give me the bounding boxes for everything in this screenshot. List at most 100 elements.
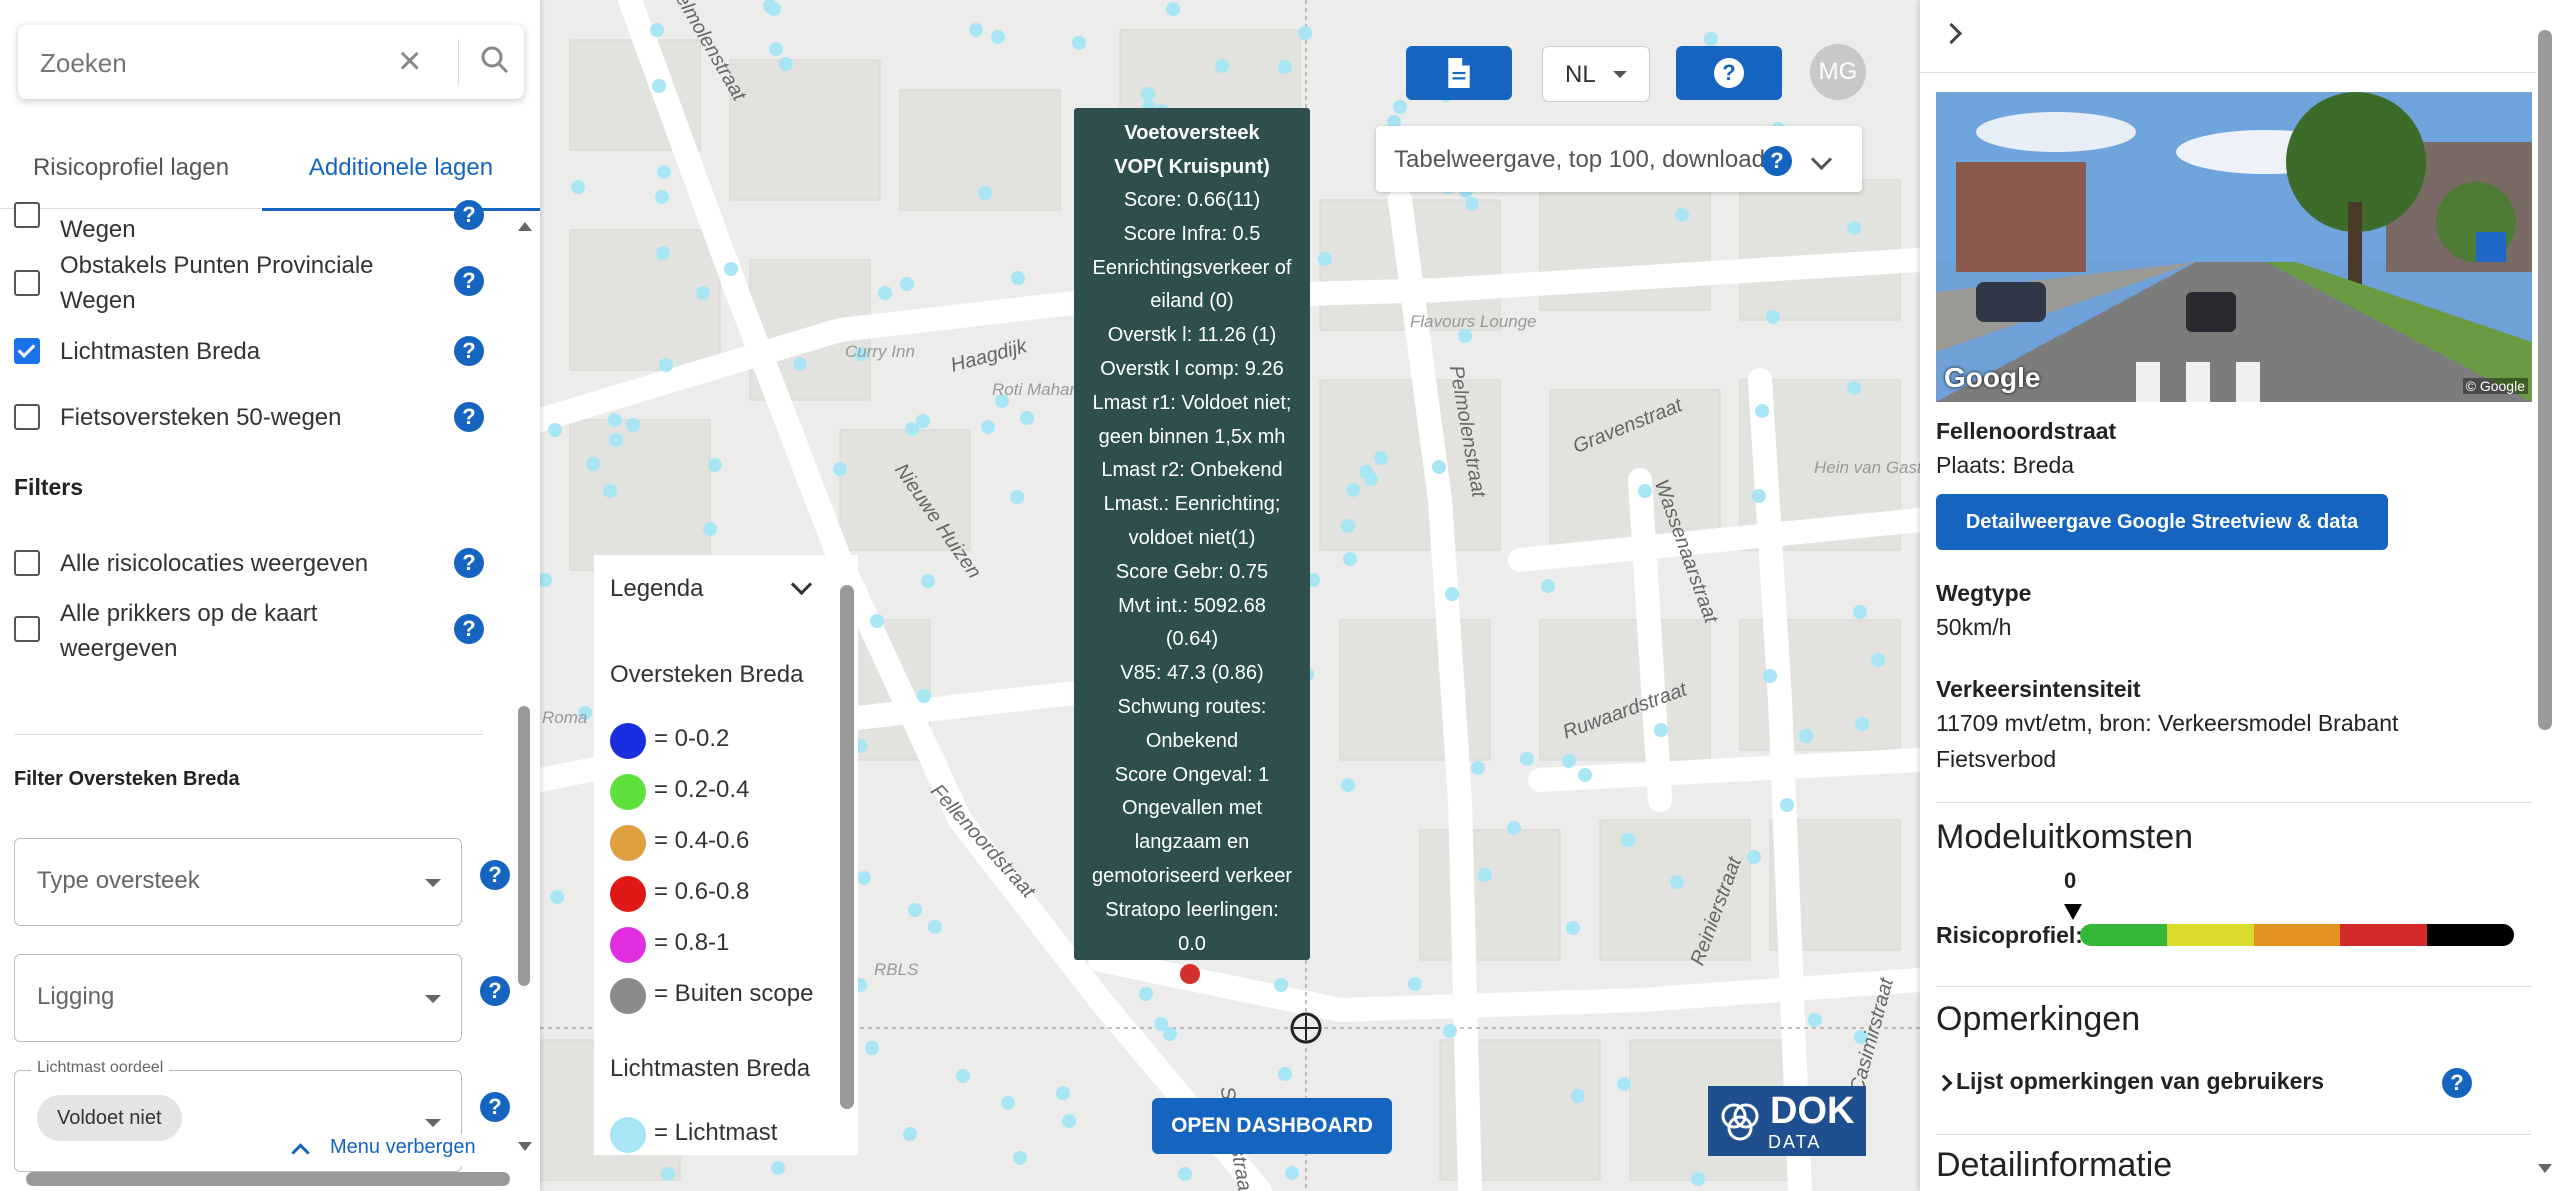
checkbox[interactable] — [14, 202, 40, 228]
tab-additionele-lagen[interactable]: Additionele lagen — [262, 128, 540, 211]
help-icon[interactable]: ? — [454, 614, 484, 644]
lamp-point[interactable] — [1808, 1013, 1822, 1027]
lamp-point[interactable] — [1020, 411, 1034, 425]
checkbox[interactable] — [14, 270, 40, 296]
lamp-point[interactable] — [793, 357, 807, 371]
help-icon[interactable]: ? — [480, 860, 510, 890]
lamp-point[interactable] — [626, 418, 640, 432]
lamp-point[interactable] — [1578, 768, 1592, 782]
language-select[interactable]: NL — [1542, 46, 1650, 102]
lamp-point[interactable] — [1443, 1024, 1457, 1038]
lamp-point[interactable] — [771, 1161, 785, 1175]
help-icon[interactable]: ? — [454, 266, 484, 296]
help-icon[interactable]: ? — [454, 336, 484, 366]
lamp-point[interactable] — [1871, 653, 1885, 667]
lamp-point[interactable] — [1780, 798, 1794, 812]
help-icon[interactable]: ? — [454, 548, 484, 578]
lamp-point[interactable] — [661, 1167, 675, 1181]
lamp-point[interactable] — [1752, 489, 1766, 503]
lamp-point[interactable] — [1562, 754, 1576, 768]
lamp-point[interactable] — [1010, 490, 1024, 504]
lamp-point[interactable] — [609, 433, 623, 447]
lamp-point[interactable] — [1274, 978, 1288, 992]
opmerkingen-link[interactable]: Lijst opmerkingen van gebruikers ? — [1935, 1068, 2496, 1098]
lamp-point[interactable] — [903, 1127, 917, 1141]
lamp-point[interactable] — [1346, 483, 1360, 497]
scroll-down-icon[interactable] — [518, 1142, 532, 1151]
lamp-point[interactable] — [1001, 1096, 1015, 1110]
filter-row-prikkers[interactable]: Alle prikkers op de kaart weergeven ? — [14, 596, 494, 668]
help-icon[interactable]: ? — [480, 1092, 510, 1122]
lamp-point[interactable] — [1141, 87, 1155, 101]
layer-row-lichtmasten[interactable]: Lichtmasten Breda ? — [14, 334, 494, 370]
lamp-point[interactable] — [857, 871, 871, 885]
help-icon[interactable]: ? — [1762, 146, 1792, 176]
lamp-point[interactable] — [1766, 310, 1780, 324]
lamp-point[interactable] — [724, 262, 738, 276]
table-view-dropdown[interactable]: Tabelweergave, top 100, download ? — [1376, 126, 1862, 192]
help-icon[interactable]: ? — [480, 976, 510, 1006]
lamp-point[interactable] — [1507, 821, 1521, 835]
lamp-point[interactable] — [1478, 868, 1492, 882]
filter-row-risicolocaties[interactable]: Alle risicolocaties weergeven ? — [14, 546, 494, 582]
lamp-point[interactable] — [1154, 1017, 1168, 1031]
lamp-point[interactable] — [1215, 59, 1229, 73]
help-icon[interactable]: ? — [454, 200, 484, 230]
lamp-point[interactable] — [991, 30, 1005, 44]
scroll-up-icon[interactable] — [518, 222, 532, 231]
lamp-point[interactable] — [865, 1041, 879, 1055]
lamp-point[interactable] — [659, 358, 673, 372]
lamp-point[interactable] — [1393, 100, 1407, 114]
lamp-point[interactable] — [1298, 26, 1312, 40]
lamp-point[interactable] — [1520, 752, 1534, 766]
lamp-point[interactable] — [1799, 729, 1813, 743]
search-input[interactable] — [38, 43, 382, 83]
help-icon[interactable]: ? — [454, 402, 484, 432]
lamp-point[interactable] — [1571, 1089, 1585, 1103]
lamp-point[interactable] — [1675, 208, 1689, 222]
scroll-down-icon[interactable] — [2538, 1164, 2552, 1173]
chevron-right-icon[interactable] — [1940, 22, 1963, 45]
lamp-point[interactable] — [900, 277, 914, 291]
lamp-point[interactable] — [908, 903, 922, 917]
lamp-point[interactable] — [1432, 460, 1446, 474]
chevron-down-icon[interactable] — [790, 573, 813, 596]
lamp-point[interactable] — [540, 573, 552, 587]
lamp-point[interactable] — [779, 57, 793, 71]
lamp-point[interactable] — [586, 457, 600, 471]
type-oversteek-select[interactable]: Type oversteek — [14, 838, 462, 926]
lamp-point[interactable] — [656, 246, 670, 260]
lamp-point[interactable] — [833, 462, 847, 476]
chevron-down-icon[interactable] — [1810, 148, 1833, 171]
lamp-point[interactable] — [571, 180, 585, 194]
lamp-point[interactable] — [603, 484, 617, 498]
lamp-point[interactable] — [1359, 465, 1373, 479]
lamp-point[interactable] — [956, 1069, 970, 1083]
lamp-point[interactable] — [1278, 1067, 1292, 1081]
tab-risicoprofiel-lagen[interactable]: Risicoprofiel lagen — [0, 128, 262, 208]
lamp-point[interactable] — [1285, 1166, 1299, 1180]
lamp-point[interactable] — [1341, 778, 1355, 792]
vertical-scrollbar[interactable] — [2538, 30, 2552, 730]
lamp-point[interactable] — [696, 286, 710, 300]
lamp-point[interactable] — [928, 920, 942, 934]
lamp-point[interactable] — [1704, 32, 1718, 46]
lamp-point[interactable] — [917, 689, 931, 703]
lamp-point[interactable] — [1013, 1151, 1027, 1165]
checkbox[interactable] — [14, 404, 40, 430]
document-button[interactable] — [1406, 46, 1512, 100]
lamp-point[interactable] — [1855, 717, 1869, 731]
lamp-point[interactable] — [769, 42, 783, 56]
lamp-point[interactable] — [608, 413, 622, 427]
lamp-point[interactable] — [1471, 761, 1485, 775]
lamp-point[interactable] — [550, 890, 564, 904]
lamp-point[interactable] — [1056, 1086, 1070, 1100]
checkbox[interactable] — [14, 616, 40, 642]
lamp-point[interactable] — [921, 574, 935, 588]
lamp-point[interactable] — [1654, 723, 1668, 737]
lamp-point[interactable] — [1178, 1167, 1192, 1181]
streetview-image[interactable]: Google © Google — [1936, 92, 2532, 402]
lamp-point[interactable] — [657, 165, 671, 179]
streetview-detail-button[interactable]: Detailweergave Google Streetview & data — [1936, 494, 2388, 550]
lamp-point[interactable] — [1445, 587, 1459, 601]
